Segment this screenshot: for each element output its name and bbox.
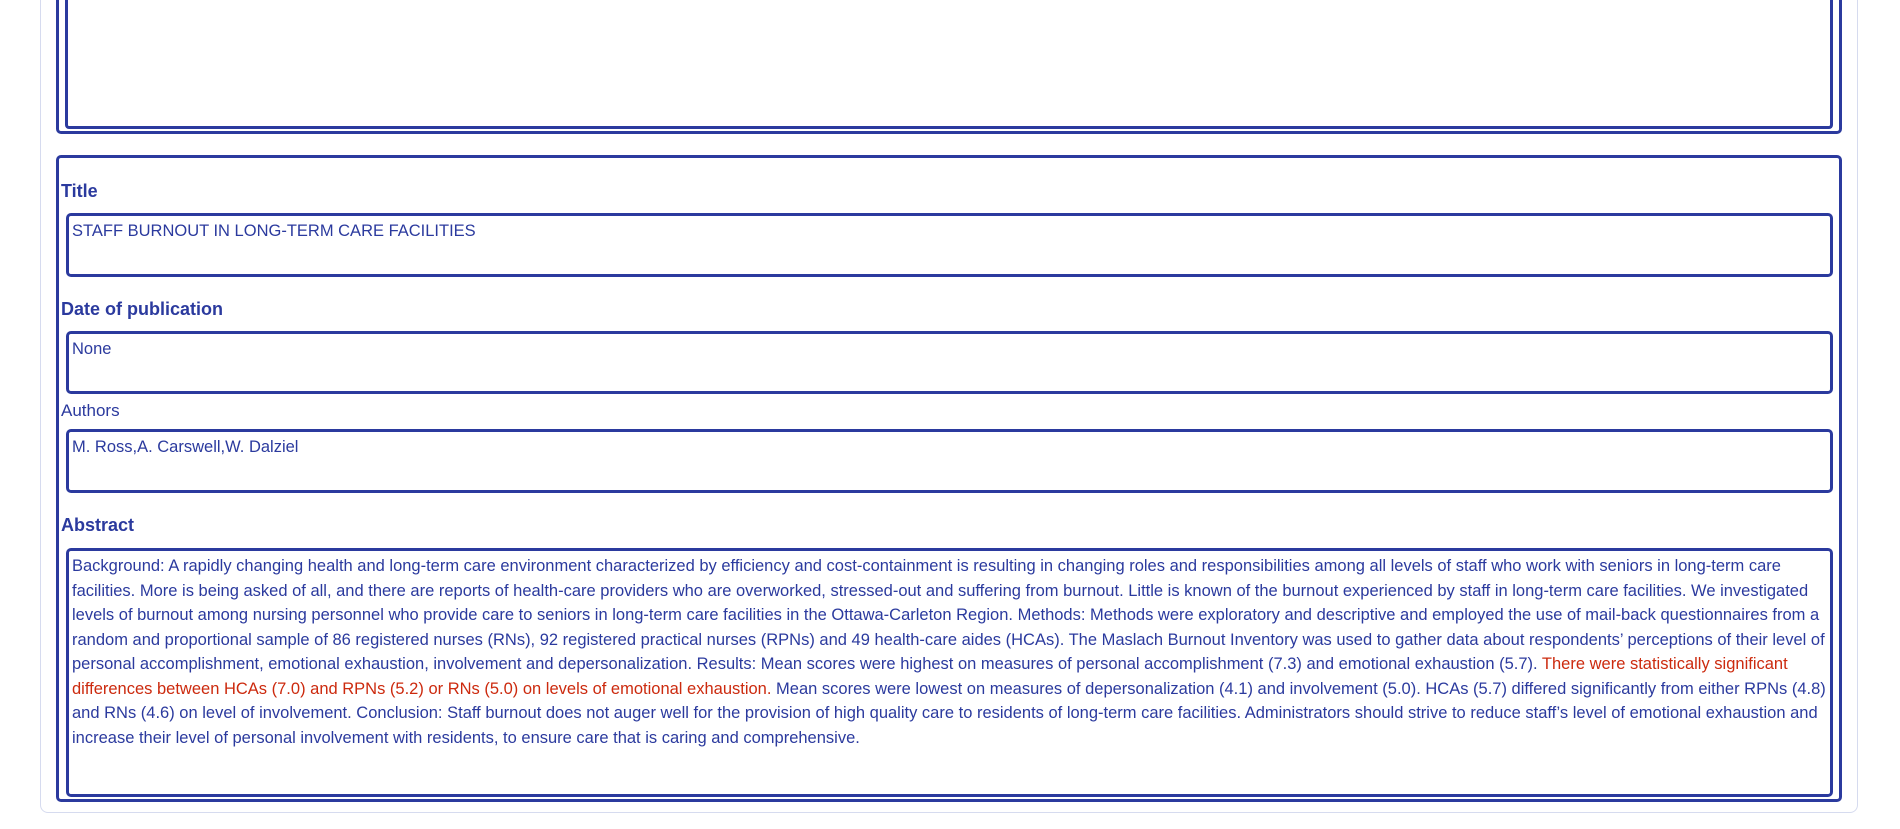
authors-label: Authors <box>61 401 120 420</box>
date-label: Date of publication <box>61 299 223 319</box>
abstract-label: Abstract <box>61 515 135 535</box>
date-field[interactable]: None <box>66 331 1833 394</box>
previous-record-panel <box>56 0 1842 134</box>
date-value: None <box>72 340 112 358</box>
previous-record-textbox[interactable] <box>65 0 1833 129</box>
authors-value: M. Ross,A. Carswell,W. Dalziel <box>72 438 299 456</box>
title-value: STAFF BURNOUT IN LONG-TERM CARE FACILITI… <box>72 222 476 240</box>
abstract-field[interactable]: Background: A rapidly changing health an… <box>66 548 1833 797</box>
title-label: Title <box>61 181 98 201</box>
authors-field[interactable]: M. Ross,A. Carswell,W. Dalziel <box>66 429 1833 493</box>
title-field[interactable]: STAFF BURNOUT IN LONG-TERM CARE FACILITI… <box>66 213 1833 277</box>
record-panel: Title STAFF BURNOUT IN LONG-TERM CARE FA… <box>56 155 1842 802</box>
